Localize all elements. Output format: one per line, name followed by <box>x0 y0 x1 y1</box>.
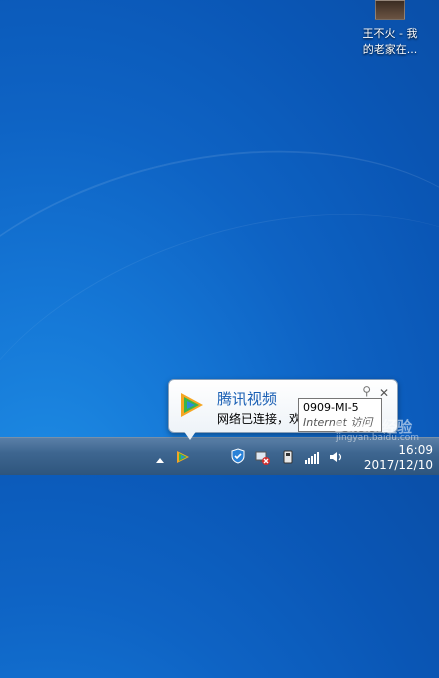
network-error-icon[interactable] <box>254 449 270 465</box>
shortcut-label-line2: 的老家在... <box>362 43 418 56</box>
clock-date: 2017/12/10 <box>363 458 433 472</box>
desktop-shortcut[interactable]: 王不火 - 我 的老家在... <box>350 0 430 58</box>
wifi-signal-icon[interactable] <box>304 449 320 465</box>
balloon-message: 网络已连接，欢 <box>217 412 302 426</box>
tencent-video-tray-icon[interactable] <box>175 449 191 465</box>
balloon-title: 腾讯视频 <box>217 390 278 408</box>
shortcut-label-line1: 王不火 - 我 <box>362 27 418 40</box>
shortcut-label: 王不火 - 我 的老家在... <box>350 26 430 58</box>
pin-icon[interactable]: ⚲ <box>362 384 371 398</box>
security-shield-icon[interactable] <box>230 448 246 464</box>
tencent-video-logo-icon <box>181 393 203 417</box>
system-clock[interactable]: 16:09 2017/12/10 <box>364 443 433 473</box>
show-hidden-icons-button[interactable] <box>156 458 164 463</box>
tooltip-network-name: 0909-MI-5 <box>303 401 359 414</box>
removable-device-icon[interactable] <box>280 449 296 465</box>
clock-time: 16:09 <box>398 443 433 457</box>
shortcut-thumbnail <box>375 0 405 20</box>
volume-icon[interactable] <box>328 449 344 465</box>
balloon-tail <box>183 430 197 440</box>
baidu-watermark-url: jingyan.baidu.com <box>336 433 420 443</box>
